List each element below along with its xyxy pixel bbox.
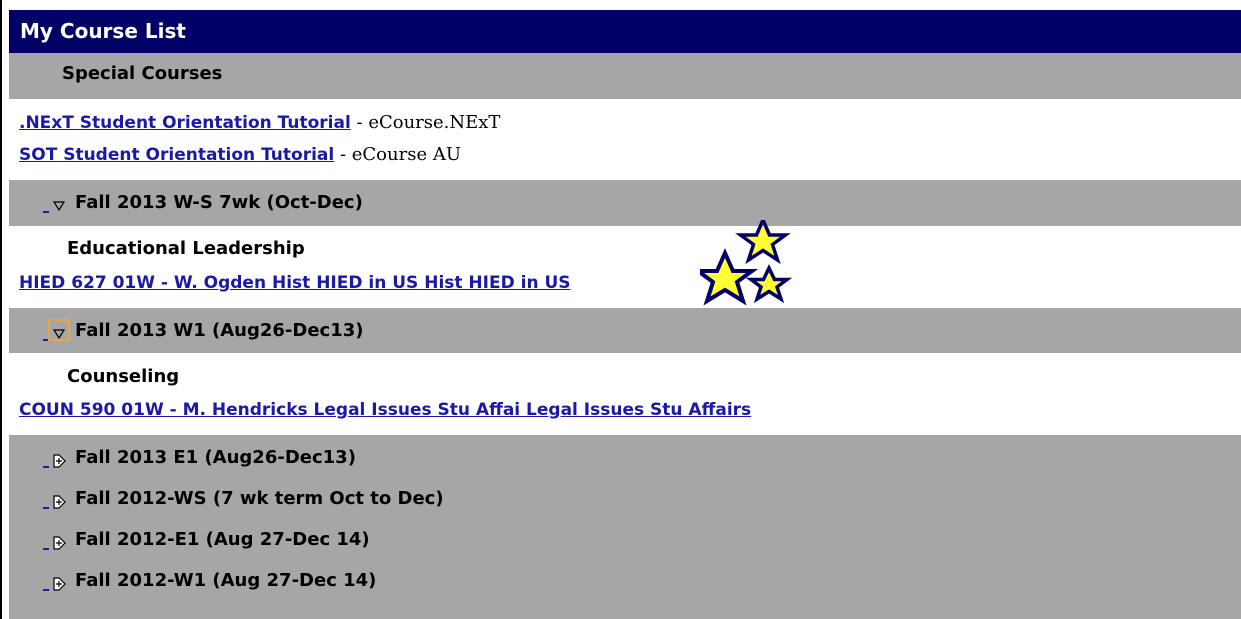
term-label: Fall 2013 W-S 7wk (Oct-Dec)	[75, 192, 363, 213]
term-header[interactable]: Fall 2012-WS (7 wk term Oct to Dec)	[19, 484, 444, 514]
term-anchor[interactable]	[43, 489, 49, 509]
expand-arrow-icon[interactable]	[51, 490, 67, 509]
term-header[interactable]: Fall 2012-E1 (Aug 27-Dec 14)	[19, 525, 370, 555]
course-link-coun-590[interactable]: COUN 590 01W - M. Hendricks Legal Issues…	[19, 400, 751, 420]
term-label: Fall 2012-WS (7 wk term Oct to Dec)	[75, 488, 444, 509]
term-anchor[interactable]	[43, 530, 49, 550]
list-item: SOT Student Orientation Tutorial - eCour…	[19, 144, 461, 165]
term-label: Fall 2012-E1 (Aug 27-Dec 14)	[75, 529, 370, 550]
page-title: My Course List	[9, 10, 1241, 53]
stars-icon	[700, 220, 793, 306]
course-list-frame: My Course List Special Courses .NExT Stu…	[0, 0, 1241, 619]
special-courses-band: Special Courses	[9, 53, 1241, 99]
term-anchor[interactable]	[43, 571, 49, 591]
department-label: Counseling	[67, 366, 180, 387]
list-item: .NExT Student Orientation Tutorial - eCo…	[19, 112, 500, 133]
course-link-next-orientation[interactable]: .NExT Student Orientation Tutorial	[19, 113, 351, 133]
collapsed-terms: Fall 2013 E1 (Aug26-Dec13) Fall 2012-WS …	[9, 435, 1241, 619]
special-courses-title: Special Courses	[62, 63, 223, 84]
term-anchor[interactable]	[43, 448, 49, 468]
term-row: Fall 2013 W1 (Aug26-Dec13)	[9, 308, 1241, 353]
expand-arrow-icon[interactable]	[51, 531, 67, 550]
list-item: HIED 627 01W - W. Ogden Hist HIED in US …	[19, 273, 571, 293]
list-item: COUN 590 01W - M. Hendricks Legal Issues…	[19, 400, 751, 420]
term-anchor[interactable]	[43, 193, 49, 213]
term-header[interactable]: Fall 2013 W1 (Aug26-Dec13)	[19, 316, 363, 346]
term-label: Fall 2013 W1 (Aug26-Dec13)	[75, 320, 364, 341]
term-content: Counseling COUN 590 01W - M. Hendricks L…	[9, 353, 1241, 435]
term-row: Fall 2013 W-S 7wk (Oct-Dec)	[9, 180, 1241, 226]
expand-arrow-icon[interactable]	[51, 572, 67, 591]
term-label: Fall 2013 E1 (Aug26-Dec13)	[75, 447, 356, 468]
course-suffix: - eCourse AU	[334, 144, 461, 165]
department-label: Educational Leadership	[67, 238, 305, 259]
course-suffix: - eCourse.NExT	[350, 112, 501, 133]
left-border	[0, 0, 2, 619]
collapse-triangle-icon[interactable]	[51, 194, 67, 213]
term-header[interactable]: Fall 2013 E1 (Aug26-Dec13)	[19, 443, 356, 473]
term-content: Educational Leadership HIED 627 01W - W.…	[9, 226, 1241, 308]
course-link-sot-orientation[interactable]: SOT Student Orientation Tutorial	[19, 145, 334, 165]
course-link-hied-627[interactable]: HIED 627 01W - W. Ogden Hist HIED in US …	[19, 273, 571, 293]
term-header[interactable]: Fall 2013 W-S 7wk (Oct-Dec)	[19, 188, 363, 218]
expand-arrow-icon[interactable]	[51, 449, 67, 468]
special-courses-list: .NExT Student Orientation Tutorial - eCo…	[9, 99, 1241, 180]
collapse-triangle-icon[interactable]	[48, 319, 70, 341]
term-anchor[interactable]	[43, 321, 49, 341]
term-label: Fall 2012-W1 (Aug 27-Dec 14)	[75, 570, 377, 591]
term-header[interactable]: Fall 2012-W1 (Aug 27-Dec 14)	[19, 566, 376, 596]
